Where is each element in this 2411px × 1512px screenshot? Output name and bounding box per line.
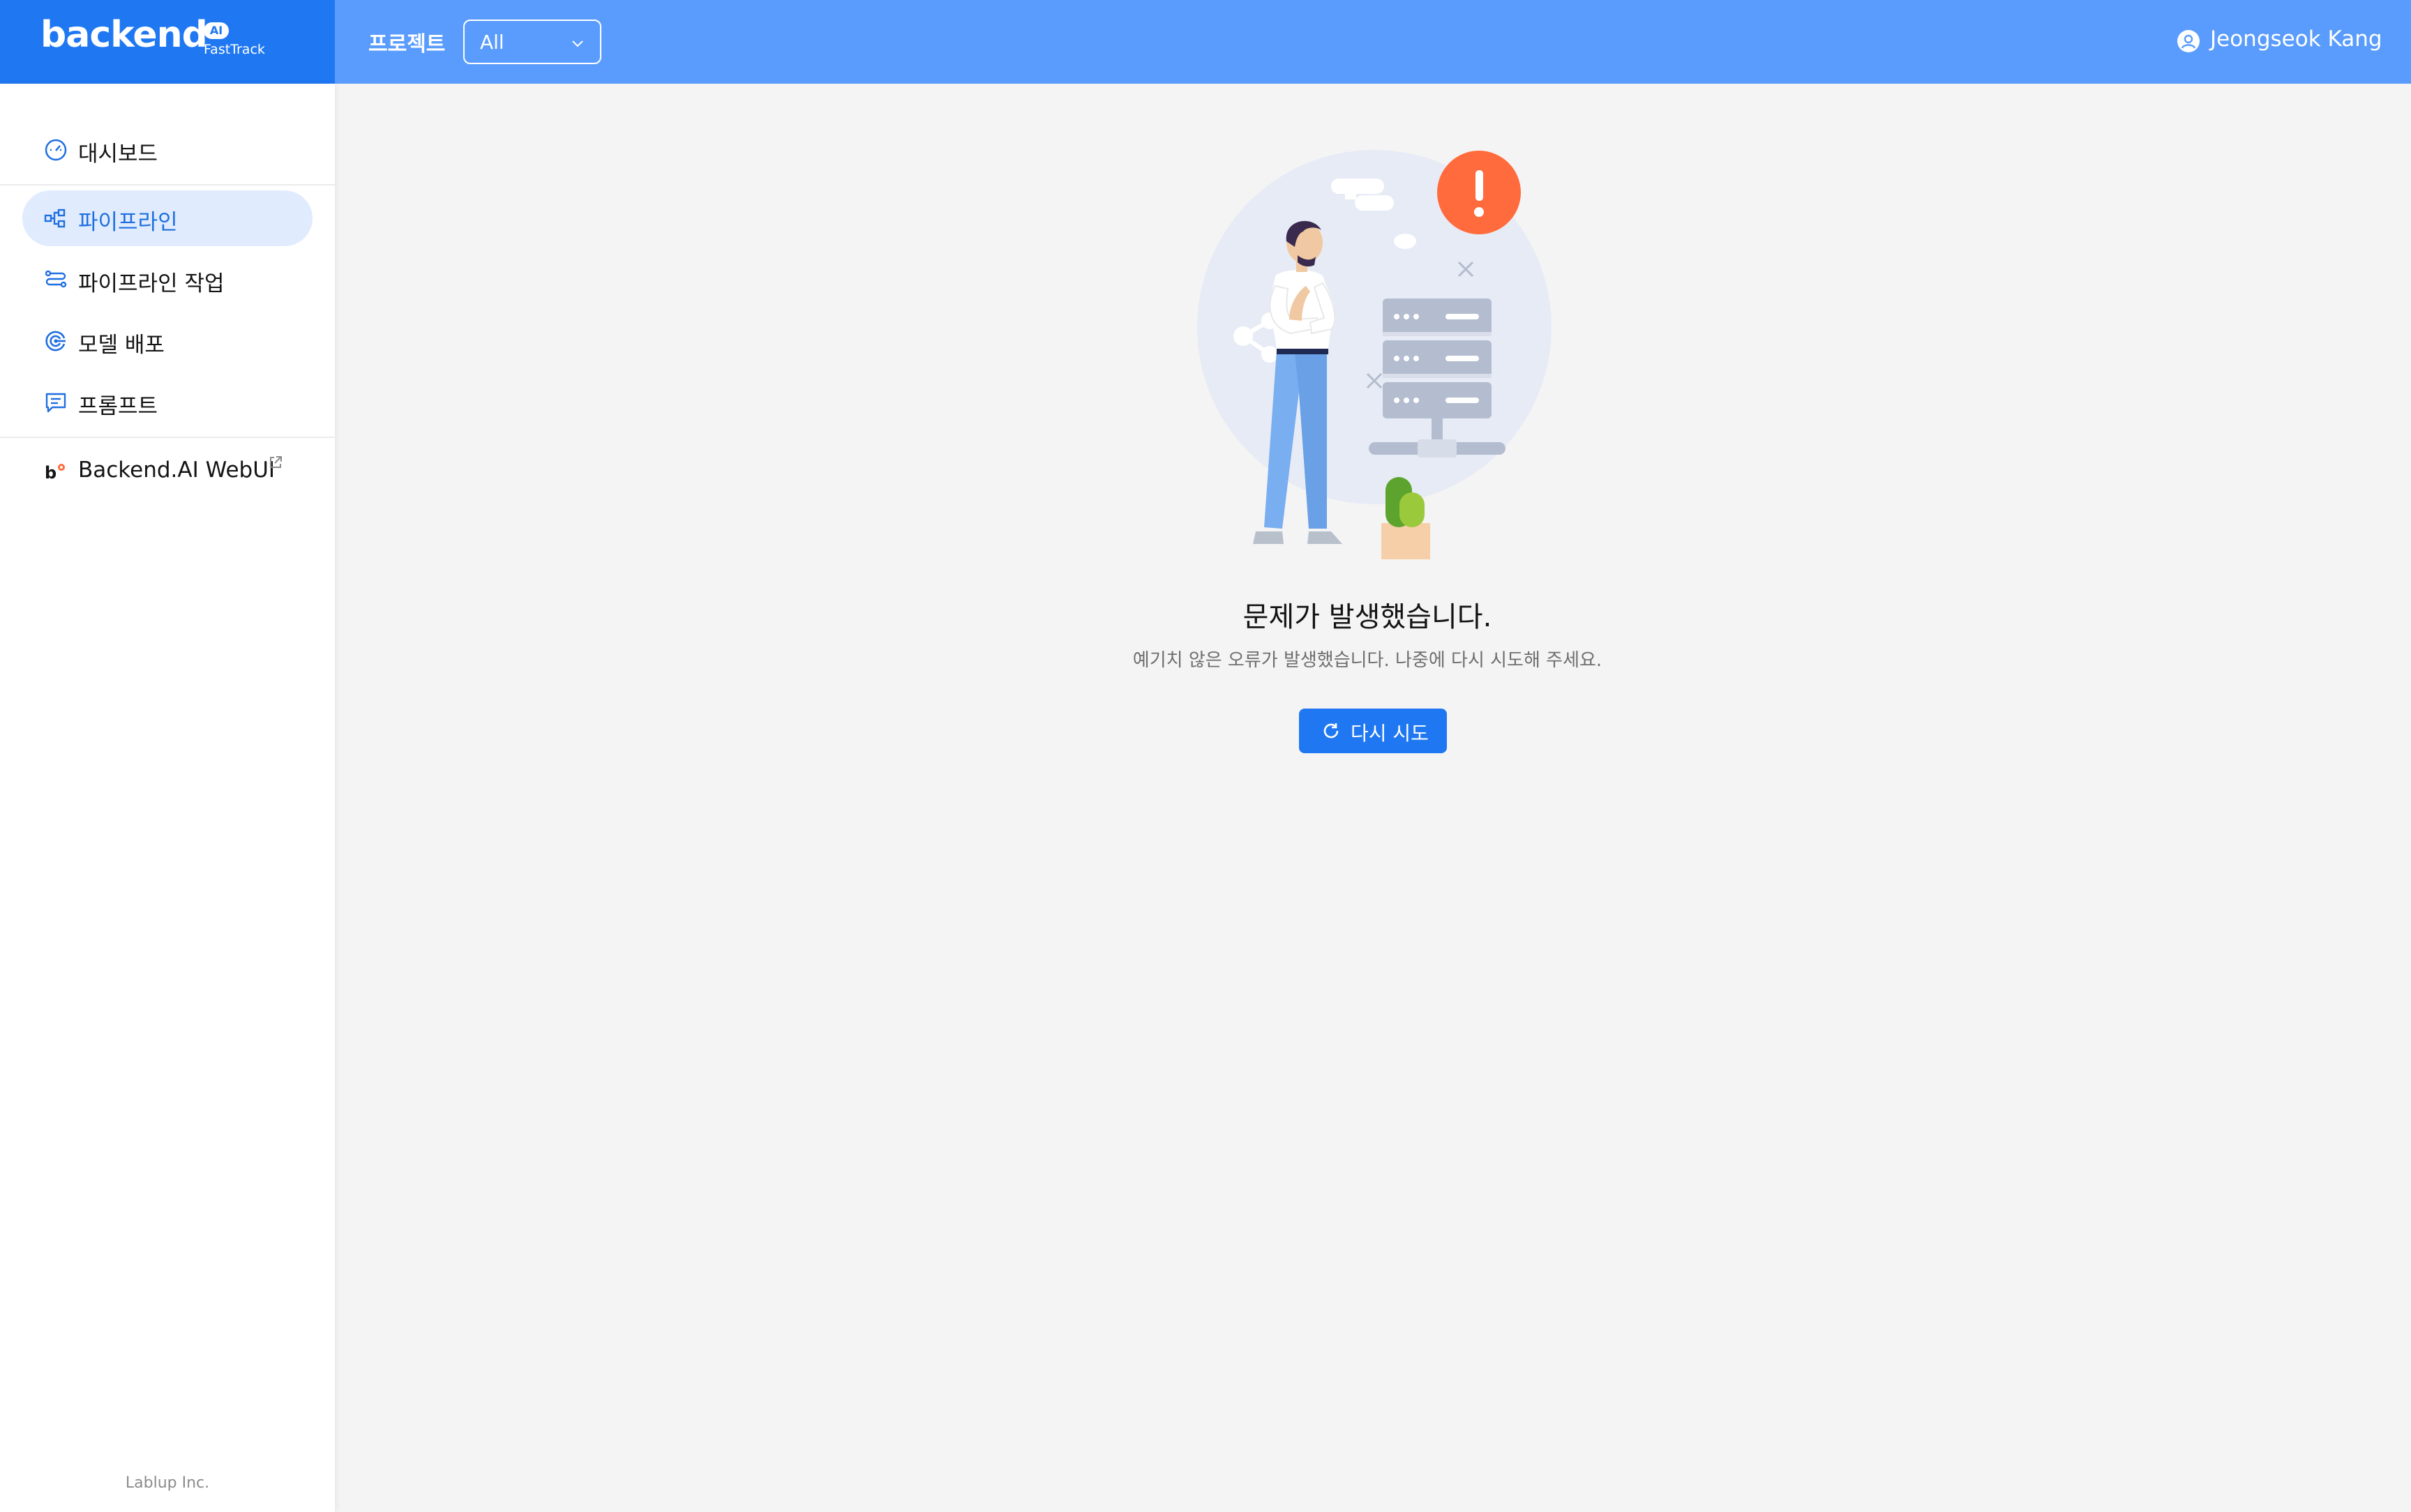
- logo-wordmark: backend: [40, 14, 208, 56]
- retry-button[interactable]: 다시 시도: [1299, 709, 1447, 753]
- dashboard-icon: [45, 139, 67, 161]
- logo-subtitle: FastTrack: [204, 42, 265, 57]
- logo-ai-badge: AI: [204, 22, 229, 39]
- refresh-icon: [1323, 723, 1339, 739]
- prompt-icon: [45, 393, 66, 413]
- sidebar-item-label: 대시보드: [78, 142, 158, 167]
- sidebar-item-label: 파이프라인 작업: [78, 271, 225, 296]
- sidebar-item-pipeline[interactable]: 파이프라인: [22, 190, 313, 246]
- sidebar-item-prompt[interactable]: 프롬프트: [22, 375, 313, 430]
- user-menu[interactable]: Jeongseok Kang: [2177, 24, 2393, 60]
- user-avatar-icon: [2177, 30, 2200, 52]
- sidebar: 대시보드 파이프라인 파이프라인 작업 모델 배포 프롬프트 b Backend…: [0, 84, 335, 1512]
- sidebar-item-model-deploy[interactable]: 모델 배포: [22, 313, 313, 369]
- sidebar-footer: Lablup Inc.: [125, 1474, 210, 1492]
- error-illustration: [1197, 150, 1552, 559]
- external-link-icon: [270, 456, 282, 468]
- project-select-value: All: [480, 31, 504, 54]
- sidebar-item-dashboard[interactable]: 대시보드: [22, 122, 313, 178]
- model-deploy-icon: [45, 331, 66, 351]
- project-select[interactable]: All: [463, 20, 601, 64]
- pipeline-job-icon: [45, 270, 67, 288]
- chevron-down-icon: [572, 40, 583, 47]
- sidebar-item-pipeline-job[interactable]: 파이프라인 작업: [22, 252, 313, 308]
- backendai-logo-icon: b: [45, 463, 65, 483]
- pipeline-icon: [44, 209, 66, 228]
- brand-logo[interactable]: backend AI FastTrack: [0, 0, 335, 84]
- sidebar-item-label: 파이프라인: [78, 210, 178, 235]
- user-name: Jeongseok Kang: [2210, 27, 2382, 52]
- sidebar-item-label: 모델 배포: [78, 333, 165, 358]
- top-header: backend AI FastTrack 프로젝트 All Jeongseok …: [0, 0, 2411, 84]
- project-label: 프로젝트: [368, 32, 446, 56]
- sidebar-divider: [0, 437, 335, 438]
- error-description: 예기치 않은 오류가 발생했습니다. 나중에 다시 시도해 주세요.: [1132, 650, 1602, 671]
- error-title: 문제가 발생했습니다.: [1242, 601, 1492, 633]
- sidebar-item-label: Backend.AI WebUI: [78, 458, 276, 483]
- sidebar-item-backendai-webui[interactable]: b Backend.AI WebUI: [22, 444, 313, 499]
- retry-button-label: 다시 시도: [1351, 722, 1429, 745]
- sidebar-item-label: 프롬프트: [78, 394, 158, 419]
- sidebar-divider: [0, 184, 335, 186]
- svg-text:b: b: [45, 463, 57, 483]
